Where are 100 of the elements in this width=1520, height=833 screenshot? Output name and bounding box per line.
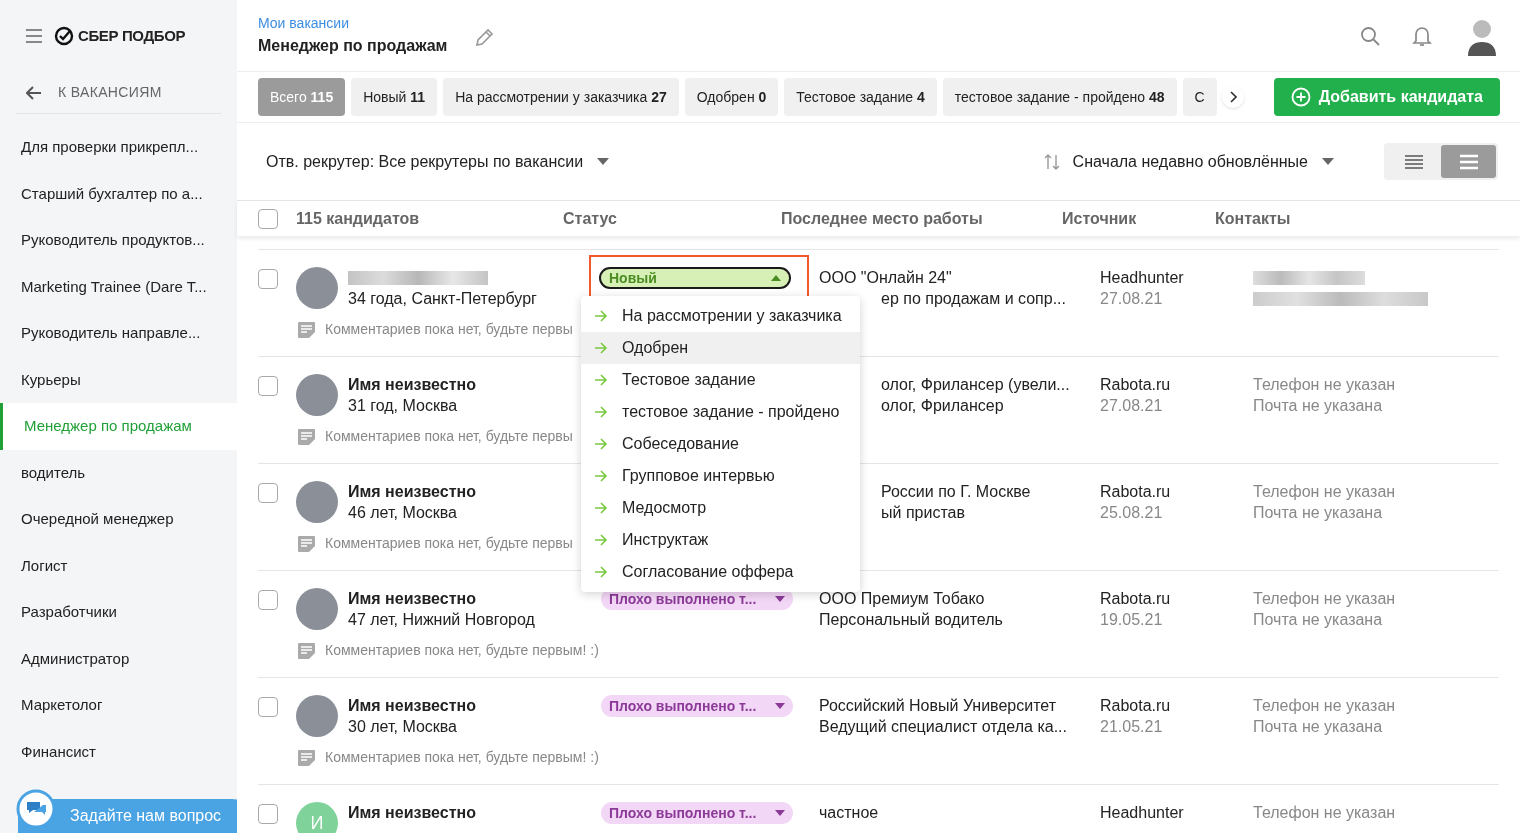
sidebar-item[interactable]: Маркетолог bbox=[0, 682, 237, 729]
contact-text: Телефон не указан bbox=[1253, 375, 1396, 395]
filter-tab[interactable]: На рассмотрении у заказчика 27 bbox=[443, 78, 679, 116]
work-text: ООО "Онлайн 24" bbox=[819, 268, 953, 288]
status-option[interactable]: Согласование оффера bbox=[581, 556, 860, 588]
work-text: России по Г. Москве bbox=[880, 482, 1032, 502]
logo-text: СБЕР ПОДБОР bbox=[78, 25, 186, 46]
recruiter-dropdown[interactable]: Отв. рекрутер: Все рекрутеры по вакансии bbox=[266, 149, 610, 174]
comment-text: Комментариев пока нет, будьте первы bbox=[325, 534, 573, 553]
status-option[interactable]: Инструктаж bbox=[581, 524, 860, 556]
filter-tab[interactable]: С bbox=[1182, 78, 1217, 116]
candidate-name[interactable]: Имя неизвестно bbox=[348, 588, 535, 609]
source-text: Rabota.ru bbox=[1100, 696, 1172, 716]
filter-tab[interactable]: Новый 11 bbox=[351, 78, 438, 116]
caret-up-icon bbox=[771, 275, 781, 281]
view-button[interactable] bbox=[1441, 145, 1496, 178]
breadcrumb-link[interactable]: Мои вакансии bbox=[258, 13, 448, 34]
back-link[interactable]: К ВАКАНСИЯМ bbox=[16, 72, 221, 114]
caret-down-icon bbox=[597, 158, 610, 165]
filter-tab[interactable]: Тестовое задание 4 bbox=[784, 78, 937, 116]
contact-text: Почта не указана bbox=[1253, 717, 1384, 737]
candidate-name[interactable]: Имя неизвестно bbox=[348, 481, 476, 502]
sidebar-item[interactable]: Финансист bbox=[0, 728, 237, 775]
status-dropdown[interactable]: Плохо выполнено т... bbox=[601, 802, 793, 824]
caret-down-icon bbox=[775, 810, 785, 816]
photo-placeholder bbox=[296, 267, 338, 309]
sort-dropdown[interactable]: Сначала недавно обновлённые bbox=[1072, 149, 1334, 174]
arrow-right-icon bbox=[594, 438, 608, 450]
row-checkbox[interactable] bbox=[258, 804, 278, 824]
status-option[interactable]: тестовое задание - пройдено bbox=[581, 396, 860, 428]
arrow-right-icon bbox=[594, 342, 608, 354]
row-checkbox[interactable] bbox=[258, 483, 278, 503]
sidebar-item[interactable]: Для проверки прикрепл... bbox=[0, 124, 237, 171]
status-option[interactable]: Собеседование bbox=[581, 428, 860, 460]
status-dropdown[interactable]: Плохо выполнено т... bbox=[601, 695, 793, 717]
sidebar-item[interactable]: водитель bbox=[0, 449, 237, 496]
caret-down-icon bbox=[775, 703, 785, 709]
column-header[interactable]: Статус bbox=[563, 206, 781, 231]
candidate-details: 30 лет, Москва bbox=[348, 717, 458, 737]
arrow-right-icon bbox=[594, 534, 608, 546]
column-header[interactable]: 115 кандидатов bbox=[278, 206, 563, 231]
candidate-name[interactable]: Имя неизвестно bbox=[348, 695, 476, 716]
comment-text: Комментариев пока нет, будьте первы bbox=[325, 427, 573, 446]
search-icon[interactable] bbox=[1360, 25, 1380, 46]
edit-pencil-icon[interactable] bbox=[474, 27, 495, 48]
status-option[interactable]: На рассмотрении у заказчика bbox=[581, 300, 860, 332]
sidebar-item[interactable]: Логист bbox=[0, 542, 237, 589]
candidate-name[interactable]: Имя неизвестно bbox=[348, 802, 476, 823]
chat-bubble-icon[interactable] bbox=[16, 789, 56, 829]
contact-text: Телефон не указан bbox=[1253, 696, 1396, 716]
sidebar-item[interactable]: Руководитель продуктов... bbox=[0, 217, 237, 264]
comment-icon bbox=[298, 749, 315, 766]
contact-text: Телефон не указан bbox=[1253, 482, 1396, 502]
sidebar-item[interactable]: Менеджер по продажам bbox=[0, 403, 237, 450]
contact-text: Телефон не указан bbox=[1253, 803, 1396, 823]
comment-icon bbox=[298, 321, 315, 338]
source-text: Rabota.ru bbox=[1100, 589, 1172, 609]
arrow-right-icon bbox=[594, 374, 608, 386]
comment-text: Комментариев пока нет, будьте первым! :) bbox=[325, 641, 599, 660]
sidebar-item[interactable]: Marketing Trainee (Dare T... bbox=[0, 263, 237, 310]
sidebar-item[interactable]: Курьеры bbox=[0, 356, 237, 403]
column-header[interactable]: Контакты bbox=[1215, 206, 1415, 231]
row-checkbox[interactable] bbox=[258, 590, 278, 610]
filter-tab[interactable]: Одобрен 0 bbox=[684, 78, 779, 116]
candidate-name[interactable]: Имя неизвестно bbox=[348, 374, 476, 395]
row-checkbox[interactable] bbox=[258, 697, 278, 717]
status-option[interactable]: Групповое интервью bbox=[581, 460, 860, 492]
column-header[interactable]: Последнее место работы bbox=[781, 206, 1062, 231]
status-option[interactable]: Медосмотр bbox=[581, 492, 860, 524]
back-arrow-icon bbox=[26, 85, 42, 100]
sidebar-item[interactable]: Руководитель направле... bbox=[0, 310, 237, 357]
sidebar-item[interactable]: Администратор bbox=[0, 635, 237, 682]
list-icon bbox=[1459, 153, 1478, 170]
select-all-checkbox[interactable] bbox=[258, 208, 278, 229]
contact-text: Почта не указана bbox=[1253, 610, 1384, 630]
row-checkbox[interactable] bbox=[258, 376, 278, 396]
arrow-right-icon bbox=[594, 406, 608, 418]
sidebar-item[interactable]: Очередной менеджер bbox=[0, 496, 237, 543]
initial-avatar: И bbox=[296, 802, 338, 833]
sidebar-item[interactable]: Старший бухгалтер по а... bbox=[0, 170, 237, 217]
menu-icon[interactable] bbox=[26, 29, 42, 43]
arrow-right-icon bbox=[594, 502, 608, 514]
status-option[interactable]: Тестовое задание bbox=[581, 364, 860, 396]
status-option[interactable]: Одобрен bbox=[581, 332, 860, 364]
source-text: Headhunter bbox=[1100, 803, 1185, 823]
filter-tab[interactable]: тестовое задание - пройдено 48 bbox=[942, 78, 1177, 116]
work-text: Российский Новый Университет bbox=[819, 696, 1057, 716]
date-text: 19.05.21 bbox=[1100, 610, 1164, 630]
page-title: Менеджер по продажам bbox=[258, 36, 448, 56]
column-header[interactable]: Источник bbox=[1062, 206, 1215, 231]
row-checkbox[interactable] bbox=[258, 269, 278, 289]
comment-icon bbox=[298, 535, 315, 552]
work-text: ООО Премиум Тобако bbox=[819, 589, 986, 609]
notification-bell-icon[interactable] bbox=[1412, 24, 1432, 47]
next-tabs-button[interactable] bbox=[1222, 86, 1244, 108]
candidate-details: 34 года, Санкт-Петербург bbox=[348, 289, 537, 309]
caret-down-icon bbox=[1322, 158, 1334, 165]
source-text: Headhunter bbox=[1100, 268, 1185, 288]
comment-text: Комментариев пока нет, будьте первы bbox=[325, 320, 573, 339]
sidebar-item[interactable]: Разработчики bbox=[0, 589, 237, 636]
